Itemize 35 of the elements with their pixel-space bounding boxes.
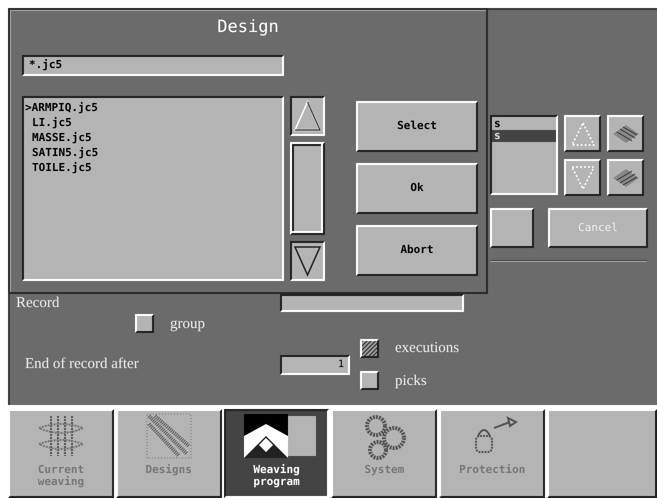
file-item[interactable]: LI.jc5 [25,114,282,130]
down-triangle-icon [293,244,322,276]
record-label: Record [16,294,60,313]
hatch-button[interactable] [607,159,644,196]
up-triangle-icon [570,120,596,146]
dialog-button[interactable]: Select [356,100,478,152]
hatch-button[interactable] [607,115,644,152]
down-triangle-icon [570,164,596,190]
dialog-button[interactable]: Abort [356,224,478,276]
input-field[interactable] [280,294,464,312]
file-item[interactable]: TOILE.jc5 [25,160,282,174]
hatched-diamond-icon [612,168,640,188]
file-item[interactable]: SATIN5.jc5 [25,144,282,160]
dialog-title: Design [216,16,280,39]
scroll-up-button[interactable] [290,96,325,136]
scroll-down-button[interactable] [290,240,325,280]
taskbar-tile[interactable]: Weaving program [224,409,330,498]
input-field[interactable]: 1 [280,354,350,374]
dialog-button[interactable]: Ok [356,162,478,214]
list-row[interactable]: s [492,130,556,142]
file-item[interactable]: >ARMPIQ.jc5 [25,100,282,114]
checkbox-label: group [170,314,205,334]
checkbox[interactable] [360,338,379,358]
checkbox[interactable] [360,371,379,390]
end-of-record-label: End of record after [25,355,140,374]
panel-button[interactable] [490,208,534,248]
hatched-diamond-icon [612,124,640,144]
list-row[interactable]: s [492,118,556,130]
checkbox-label: executions [395,339,460,358]
up-triangle-icon [293,100,322,132]
filter-field[interactable]: *.jc5 [22,54,284,76]
file-item[interactable]: MASSE.jc5 [25,130,282,144]
checkbox-label: picks [395,372,427,390]
scroll-thumb[interactable] [290,142,325,234]
checkbox[interactable] [135,314,154,334]
